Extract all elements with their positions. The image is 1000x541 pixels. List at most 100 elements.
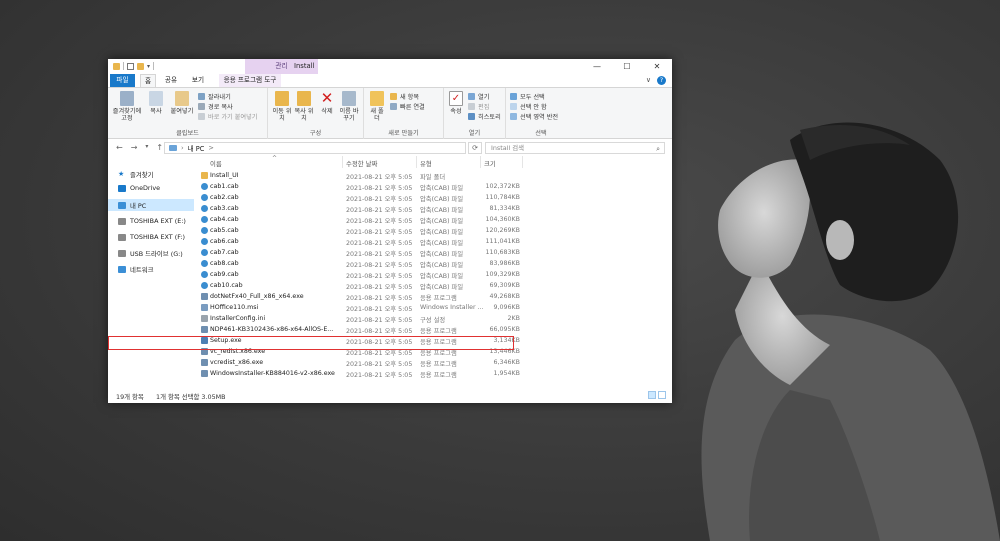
nav-item[interactable]: TOSHIBA EXT (E:): [108, 215, 194, 227]
paste-button[interactable]: 붙여넣기: [168, 91, 196, 115]
column-name[interactable]: 이름: [210, 159, 222, 168]
help-icon[interactable]: ?: [657, 76, 666, 85]
ribbon-collapse-button[interactable]: ∨: [646, 76, 651, 85]
file-name: NDP461-KB3102436-x86-x64-AllOS-E...: [210, 326, 334, 333]
file-date: 2021-08-21 오후 5:05: [346, 273, 413, 280]
file-row[interactable]: cab9.cab 2021-08-21 오후 5:05 압축(CAB) 파일 109,…: [196, 269, 672, 280]
file-row[interactable]: cab1.cab 2021-08-21 오후 5:05 압축(CAB) 파일 102,…: [196, 181, 672, 192]
folder-icon: [113, 62, 120, 70]
chevron-down-icon[interactable]: ▾: [145, 143, 148, 152]
nav-item[interactable]: 내 PC: [108, 199, 194, 211]
edit-button[interactable]: 편집: [468, 102, 489, 111]
cab-icon: [201, 205, 208, 212]
file-row[interactable]: cab3.cab 2021-08-21 오후 5:05 압축(CAB) 파일 81,3…: [196, 203, 672, 214]
file-row[interactable]: cab2.cab 2021-08-21 오후 5:05 압축(CAB) 파일 110,…: [196, 192, 672, 203]
large-icons-view-button[interactable]: [658, 391, 666, 399]
tab-app-tools[interactable]: 응용 프로그램 도구: [219, 74, 281, 87]
file-row[interactable]: dotNetFx40_Full_x86_x64.exe 2021-08-21 오후…: [196, 291, 672, 302]
easy-access-button[interactable]: 빠른 연결: [390, 102, 425, 111]
file-row[interactable]: cab6.cab 2021-08-21 오후 5:05 압축(CAB) 파일 111,…: [196, 236, 672, 247]
invert-selection-button[interactable]: 선택 영역 반전: [510, 112, 558, 121]
tab-home[interactable]: 홈: [140, 74, 156, 87]
new-folder-button[interactable]: 새 폴더: [368, 91, 386, 122]
nav-item[interactable]: 네트워크: [108, 263, 194, 275]
nav-item[interactable]: TOSHIBA EXT (F:): [108, 231, 194, 243]
cloud-icon: [118, 184, 126, 192]
paste-shortcut-button[interactable]: 바로 가기 붙여넣기: [198, 112, 257, 121]
search-input[interactable]: Install 검색 ⌕: [485, 142, 665, 154]
cut-button[interactable]: 잘라내기: [198, 92, 231, 101]
title-bar[interactable]: ▾ 관리 Install — ☐ ✕: [108, 59, 672, 74]
file-date: 2021-08-21 오후 5:05: [346, 196, 413, 203]
delete-button[interactable]: ✕ 삭제: [318, 91, 336, 116]
file-row[interactable]: vcredist_x86.exe 2021-08-21 오후 5:05 응용 프로그…: [196, 357, 672, 368]
breadcrumb-separator[interactable]: >: [208, 144, 214, 152]
copy-path-button[interactable]: 경로 복사: [198, 102, 233, 111]
file-date: 2021-08-21 오후 5:05: [346, 295, 413, 302]
file-row[interactable]: vc_redist.x86.exe 2021-08-21 오후 5:05 응용 프로…: [196, 346, 672, 357]
file-row[interactable]: NDP461-KB3102436-x86-x64-AllOS-E... 2021-…: [196, 324, 672, 335]
file-type: 응용 프로그램: [420, 350, 457, 357]
rename-button[interactable]: 이름 바꾸기: [338, 91, 360, 122]
details-view-button[interactable]: [648, 391, 656, 399]
setup-icon: [201, 337, 208, 344]
properties-icon[interactable]: [127, 62, 134, 70]
pin-quick-access-button[interactable]: 즐겨찾기에 고정: [112, 91, 142, 122]
file-name: cab9.cab: [210, 271, 239, 278]
cab-icon: [201, 249, 208, 256]
refresh-button[interactable]: ⟳: [468, 142, 482, 154]
move-folder-icon: [275, 91, 289, 106]
tab-view[interactable]: 보기: [190, 74, 206, 87]
file-size: 83,986KB: [489, 260, 520, 267]
file-name: cab6.cab: [210, 238, 239, 245]
file-row[interactable]: InstallerConfig.ini 2021-08-21 오후 5:05 구성 …: [196, 313, 672, 324]
column-type[interactable]: 유형: [420, 159, 432, 168]
nav-item[interactable]: ★ 즐겨찾기: [108, 168, 194, 180]
nav-item[interactable]: USB 드라이브 (G:): [108, 247, 194, 259]
address-input[interactable]: › 내 PC >: [164, 142, 466, 154]
open-button[interactable]: 열기: [468, 92, 489, 101]
maximize-button[interactable]: ☐: [612, 59, 642, 74]
file-size: 81,334KB: [489, 205, 520, 212]
file-row[interactable]: cab4.cab 2021-08-21 오후 5:05 압축(CAB) 파일 104,…: [196, 214, 672, 225]
select-all-button[interactable]: 모두 선택: [510, 92, 545, 101]
new-folder-icon: [370, 91, 384, 106]
file-row[interactable]: WindowsInstaller-KB884016-v2-x86.exe 2021…: [196, 368, 672, 379]
file-size: 66,095KB: [489, 326, 520, 333]
file-row[interactable]: cab7.cab 2021-08-21 오후 5:05 압축(CAB) 파일 110,…: [196, 247, 672, 258]
file-row[interactable]: cab10.cab 2021-08-21 오후 5:05 압축(CAB) 파일 69,…: [196, 280, 672, 291]
file-row[interactable]: cab5.cab 2021-08-21 오후 5:05 압축(CAB) 파일 120,…: [196, 225, 672, 236]
new-folder-icon[interactable]: [137, 62, 144, 70]
file-row[interactable]: HOffice110.msi 2021-08-21 오후 5:05 Windows …: [196, 302, 672, 313]
file-row[interactable]: cab8.cab 2021-08-21 오후 5:05 압축(CAB) 파일 83,9…: [196, 258, 672, 269]
tab-share[interactable]: 공유: [163, 74, 179, 87]
column-date[interactable]: 수정한 날짜: [346, 159, 377, 168]
tab-file[interactable]: 파일: [110, 74, 135, 87]
exe-icon: [201, 326, 208, 333]
breadcrumb-my-pc[interactable]: 내 PC: [188, 143, 205, 153]
close-button[interactable]: ✕: [642, 59, 672, 74]
up-button[interactable]: ↑: [156, 143, 163, 152]
file-row[interactable]: Setup.exe 2021-08-21 오후 5:05 응용 프로그램 3,134K…: [196, 335, 672, 346]
ini-icon: [201, 315, 208, 322]
move-to-button[interactable]: 이동 위치: [272, 91, 292, 122]
file-name: vc_redist.x86.exe: [210, 348, 266, 355]
history-button[interactable]: 히스토리: [468, 112, 501, 121]
column-size[interactable]: 크기: [484, 159, 496, 168]
minimize-button[interactable]: —: [582, 59, 612, 74]
chevron-down-icon[interactable]: ▾: [147, 63, 150, 70]
back-button[interactable]: ←: [116, 143, 123, 152]
nav-item[interactable]: OneDrive: [108, 182, 194, 194]
file-name: InstallerConfig.ini: [210, 315, 266, 322]
file-date: 2021-08-21 오후 5:05: [346, 306, 413, 313]
copy-button[interactable]: 복사: [146, 91, 166, 115]
select-none-button[interactable]: 선택 안 함: [510, 102, 547, 111]
new-item-button[interactable]: 새 항목: [390, 92, 419, 101]
forward-button[interactable]: →: [131, 143, 138, 152]
edit-icon: [468, 103, 475, 110]
file-name: cab1.cab: [210, 183, 239, 190]
file-row[interactable]: Install_UI 2021-08-21 오후 5:05 파일 폴더: [196, 170, 672, 181]
properties-button[interactable]: ✓ 속성: [447, 91, 465, 115]
search-icon: ⌕: [656, 145, 660, 153]
copy-to-button[interactable]: 복사 위치: [294, 91, 314, 122]
